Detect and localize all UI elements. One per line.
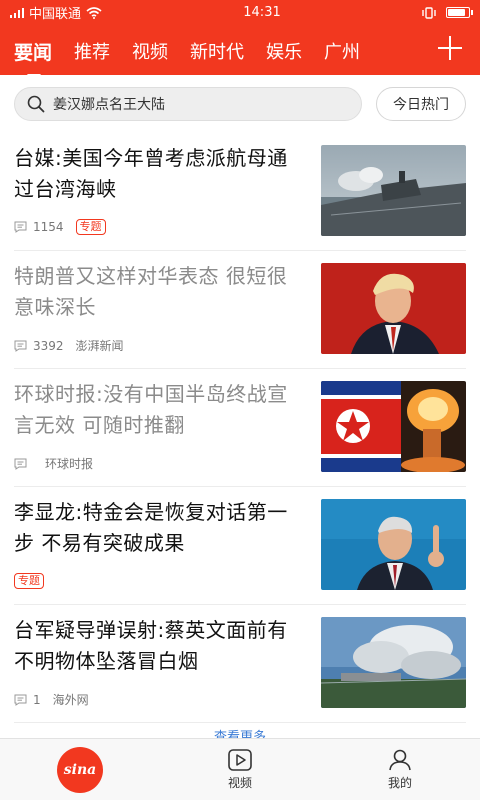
status-bar: 中国联通 14:31 bbox=[0, 0, 480, 25]
news-source: 环球时报 bbox=[45, 457, 94, 471]
nav-video[interactable]: 视频 bbox=[160, 739, 320, 800]
comment-count: 3392 bbox=[33, 338, 64, 353]
tab-xinshidai[interactable]: 新时代 bbox=[190, 36, 244, 64]
nav-home[interactable]: sina bbox=[0, 739, 160, 800]
news-title[interactable]: 台媒:美国今年曾考虑派航母通过台湾海峡 bbox=[14, 143, 304, 205]
news-meta: 专题 bbox=[14, 573, 44, 589]
search-placeholder: 姜汉娜点名王大陆 bbox=[53, 97, 165, 113]
news-feed: 台媒:美国今年曾考虑派航母通过台湾海峡 1154 专题 特朗普又这样对华表态 很… bbox=[0, 133, 480, 723]
flag-explosion-image bbox=[321, 381, 466, 472]
warship-image bbox=[321, 145, 466, 236]
nav-me[interactable]: 我的 bbox=[320, 739, 480, 800]
comment-icon bbox=[14, 694, 27, 706]
nav-me-label: 我的 bbox=[387, 775, 412, 790]
sina-logo-icon[interactable]: sina bbox=[57, 746, 103, 793]
user-icon bbox=[389, 749, 411, 770]
news-thumbnail[interactable] bbox=[321, 499, 466, 590]
carrier-name: 中国联通 bbox=[29, 7, 82, 22]
topic-tag: 专题 bbox=[14, 573, 44, 589]
search-input[interactable]: 姜汉娜点名王大陆 bbox=[14, 87, 362, 121]
load-more-link[interactable]: 查看更多 bbox=[0, 726, 480, 738]
news-thumbnail[interactable] bbox=[321, 617, 466, 708]
news-thumbnail[interactable] bbox=[321, 145, 466, 236]
news-item[interactable]: 台军疑导弹误射:蔡英文面前有不明物体坠落冒白烟 1 海外网 bbox=[14, 605, 466, 723]
smoke-image bbox=[321, 617, 466, 708]
wifi-icon bbox=[86, 6, 102, 19]
add-channel-plus-icon[interactable] bbox=[436, 34, 464, 62]
news-item[interactable]: 环球时报:没有中国半岛终战宣言无效 可随时推翻 环球时报 bbox=[14, 369, 466, 487]
comment-count: 1154 bbox=[33, 220, 64, 234]
tab-shipin[interactable]: 视频 bbox=[132, 36, 168, 64]
news-title[interactable]: 台军疑导弹误射:蔡英文面前有不明物体坠落冒白烟 bbox=[14, 615, 304, 677]
vibrate-icon bbox=[422, 6, 436, 19]
news-title[interactable]: 环球时报:没有中国半岛终战宣言无效 可随时推翻 bbox=[14, 379, 304, 441]
news-title[interactable]: 李显龙:特金会是恢复对话第一步 不易有突破成果 bbox=[14, 497, 304, 559]
news-meta: 1154 专题 bbox=[14, 219, 106, 235]
tab-yaowen[interactable]: 要闻 bbox=[14, 36, 52, 77]
speaker-image bbox=[321, 499, 466, 590]
news-item[interactable]: 特朗普又这样对华表态 很短很意味深长 3392 澎湃新闻 bbox=[14, 251, 466, 369]
nav-video-label: 视频 bbox=[227, 775, 252, 790]
trump-image bbox=[321, 263, 466, 354]
comment-icon bbox=[14, 458, 27, 470]
news-thumbnail[interactable] bbox=[321, 263, 466, 354]
news-meta: 环球时报 bbox=[14, 455, 101, 472]
news-item[interactable]: 李显龙:特金会是恢复对话第一步 不易有突破成果 专题 bbox=[14, 487, 466, 605]
clock: 14:31 bbox=[243, 5, 281, 20]
tab-guangzhou[interactable]: 广州 bbox=[324, 36, 360, 64]
channel-bar: 要闻 推荐 视频 新时代 娱乐 广州 bbox=[0, 25, 480, 77]
news-title[interactable]: 特朗普又这样对华表态 很短很意味深长 bbox=[14, 261, 304, 323]
signal-icon bbox=[10, 7, 24, 18]
news-meta: 1 海外网 bbox=[14, 691, 97, 708]
search-row: 姜汉娜点名王大陆 今日热门 bbox=[0, 75, 480, 133]
comment-icon bbox=[14, 221, 27, 233]
comment-icon bbox=[14, 340, 27, 352]
news-meta: 3392 澎湃新闻 bbox=[14, 337, 132, 354]
search-icon bbox=[27, 95, 45, 113]
today-hot-button[interactable]: 今日热门 bbox=[376, 87, 466, 121]
bottom-nav: sina 视频 我的 bbox=[0, 738, 480, 800]
news-thumbnail[interactable] bbox=[321, 381, 466, 472]
topic-tag: 专题 bbox=[75, 219, 106, 235]
comment-count: 1 bbox=[33, 692, 41, 707]
battery-icon bbox=[445, 7, 473, 18]
news-item[interactable]: 台媒:美国今年曾考虑派航母通过台湾海峡 1154 专题 bbox=[14, 133, 466, 251]
play-icon bbox=[228, 748, 252, 771]
news-source: 澎湃新闻 bbox=[75, 339, 124, 353]
news-source: 海外网 bbox=[52, 693, 89, 707]
tab-yule[interactable]: 娱乐 bbox=[266, 36, 302, 64]
tab-tuijian[interactable]: 推荐 bbox=[74, 36, 110, 64]
